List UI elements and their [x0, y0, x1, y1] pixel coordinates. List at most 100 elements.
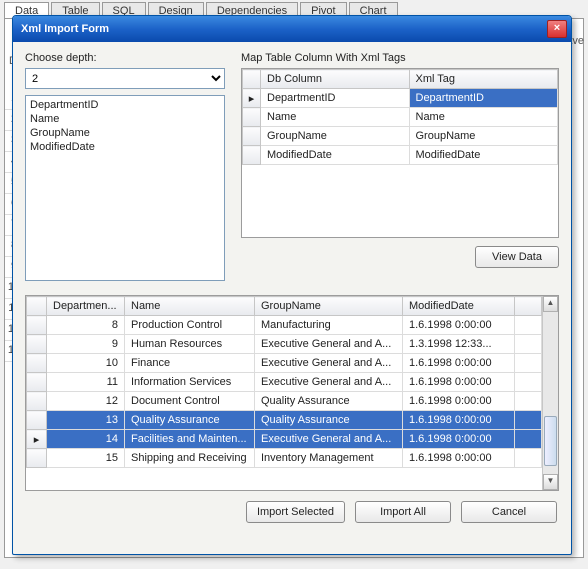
fields-listbox[interactable]: DepartmentIDNameGroupNameModifiedDate	[25, 95, 225, 281]
cell-name[interactable]: Document Control	[125, 392, 255, 411]
map-db-cell[interactable]: DepartmentID	[261, 89, 410, 108]
table-row[interactable]: 13Quality AssuranceQuality Assurance1.6.…	[27, 411, 542, 430]
map-header-xml[interactable]: Xml Tag	[409, 70, 558, 89]
map-row[interactable]: ModifiedDateModifiedDate	[243, 146, 558, 165]
cancel-button[interactable]: Cancel	[461, 501, 557, 523]
cell-modified[interactable]: 1.6.1998 0:00:00	[403, 449, 515, 468]
row-indicator: ▸	[243, 89, 261, 108]
dialog-title: Xml Import Form	[21, 23, 547, 35]
view-data-button[interactable]: View Data	[475, 246, 559, 268]
map-xml-cell[interactable]: GroupName	[409, 127, 558, 146]
scroll-down-icon[interactable]: ▼	[543, 474, 558, 490]
depth-label: Choose depth:	[25, 52, 225, 64]
table-row[interactable]: 11Information ServicesExecutive General …	[27, 373, 542, 392]
map-db-cell[interactable]: Name	[261, 108, 410, 127]
grid-header-mod[interactable]: ModifiedDate	[403, 297, 515, 316]
row-indicator	[243, 146, 261, 165]
row-indicator	[27, 411, 47, 430]
cell-name[interactable]: Information Services	[125, 373, 255, 392]
map-xml-cell[interactable]: ModifiedDate	[409, 146, 558, 165]
cell-modified[interactable]: 1.6.1998 0:00:00	[403, 411, 515, 430]
row-indicator	[243, 127, 261, 146]
preview-grid[interactable]: Departmen... Name GroupName ModifiedDate…	[25, 295, 559, 491]
table-row[interactable]: 15Shipping and ReceivingInventory Manage…	[27, 449, 542, 468]
cell-name[interactable]: Facilities and Mainten...	[125, 430, 255, 449]
cell-department-id[interactable]: 8	[47, 316, 125, 335]
import-selected-button[interactable]: Import Selected	[246, 501, 345, 523]
map-header-db[interactable]: Db Column	[261, 70, 410, 89]
cell-group[interactable]: Executive General and A...	[255, 335, 403, 354]
cell-department-id[interactable]: 9	[47, 335, 125, 354]
cell-group[interactable]: Quality Assurance	[255, 392, 403, 411]
cell-group[interactable]: Inventory Management	[255, 449, 403, 468]
cell-modified[interactable]: 1.3.1998 12:33...	[403, 335, 515, 354]
map-db-cell[interactable]: GroupName	[261, 127, 410, 146]
cell-department-id[interactable]: 14	[47, 430, 125, 449]
cell-name[interactable]: Quality Assurance	[125, 411, 255, 430]
cell-blank	[515, 373, 542, 392]
cell-group[interactable]: Manufacturing	[255, 316, 403, 335]
cell-group[interactable]: Quality Assurance	[255, 411, 403, 430]
cell-modified[interactable]: 1.6.1998 0:00:00	[403, 373, 515, 392]
cell-name[interactable]: Shipping and Receiving	[125, 449, 255, 468]
cell-blank	[515, 335, 542, 354]
grid-header-group[interactable]: GroupName	[255, 297, 403, 316]
mapping-grid[interactable]: Db Column Xml Tag ▸DepartmentIDDepartmen…	[241, 68, 559, 238]
cell-blank	[515, 411, 542, 430]
map-row[interactable]: NameName	[243, 108, 558, 127]
import-all-button[interactable]: Import All	[355, 501, 451, 523]
field-item[interactable]: Name	[30, 112, 220, 126]
field-item[interactable]: ModifiedDate	[30, 140, 220, 154]
row-indicator	[27, 316, 47, 335]
cell-blank	[515, 354, 542, 373]
cell-group[interactable]: Executive General and A...	[255, 373, 403, 392]
cell-department-id[interactable]: 10	[47, 354, 125, 373]
table-row[interactable]: ▸14Facilities and Mainten...Executive Ge…	[27, 430, 542, 449]
grid-scrollbar[interactable]: ▲ ▼	[542, 296, 558, 490]
grid-header-dep[interactable]: Departmen...	[47, 297, 125, 316]
grid-header-name[interactable]: Name	[125, 297, 255, 316]
titlebar: Xml Import Form ×	[13, 16, 571, 42]
cell-department-id[interactable]: 11	[47, 373, 125, 392]
depth-select[interactable]: 2	[25, 68, 225, 89]
close-icon: ×	[554, 22, 560, 34]
close-button[interactable]: ×	[547, 20, 567, 38]
map-row[interactable]: ▸DepartmentIDDepartmentID	[243, 89, 558, 108]
cell-group[interactable]: Executive General and A...	[255, 430, 403, 449]
map-db-cell[interactable]: ModifiedDate	[261, 146, 410, 165]
grid-corner	[27, 297, 47, 316]
cell-blank	[515, 449, 542, 468]
xml-import-dialog: Xml Import Form × Choose depth: 2 Depart…	[12, 15, 572, 555]
table-row[interactable]: 10FinanceExecutive General and A...1.6.1…	[27, 354, 542, 373]
cell-department-id[interactable]: 13	[47, 411, 125, 430]
cell-department-id[interactable]: 15	[47, 449, 125, 468]
cell-blank	[515, 392, 542, 411]
cell-modified[interactable]: 1.6.1998 0:00:00	[403, 392, 515, 411]
field-item[interactable]: GroupName	[30, 126, 220, 140]
row-indicator	[27, 335, 47, 354]
row-indicator	[243, 108, 261, 127]
table-row[interactable]: 12Document ControlQuality Assurance1.6.1…	[27, 392, 542, 411]
row-indicator	[27, 392, 47, 411]
cell-department-id[interactable]: 12	[47, 392, 125, 411]
row-indicator	[27, 449, 47, 468]
cell-name[interactable]: Production Control	[125, 316, 255, 335]
table-row[interactable]: 9Human ResourcesExecutive General and A.…	[27, 335, 542, 354]
field-item[interactable]: DepartmentID	[30, 98, 220, 112]
map-xml-cell[interactable]: DepartmentID	[409, 89, 558, 108]
scroll-up-icon[interactable]: ▲	[543, 296, 558, 312]
map-row[interactable]: GroupNameGroupName	[243, 127, 558, 146]
row-indicator	[27, 354, 47, 373]
cell-group[interactable]: Executive General and A...	[255, 354, 403, 373]
row-indicator: ▸	[27, 430, 47, 449]
cell-modified[interactable]: 1.6.1998 0:00:00	[403, 430, 515, 449]
table-row[interactable]: 8Production ControlManufacturing1.6.1998…	[27, 316, 542, 335]
cell-name[interactable]: Finance	[125, 354, 255, 373]
grid-header-blank	[515, 297, 542, 316]
row-indicator	[27, 373, 47, 392]
cell-modified[interactable]: 1.6.1998 0:00:00	[403, 316, 515, 335]
map-xml-cell[interactable]: Name	[409, 108, 558, 127]
cell-name[interactable]: Human Resources	[125, 335, 255, 354]
cell-modified[interactable]: 1.6.1998 0:00:00	[403, 354, 515, 373]
scroll-thumb[interactable]	[544, 416, 557, 466]
